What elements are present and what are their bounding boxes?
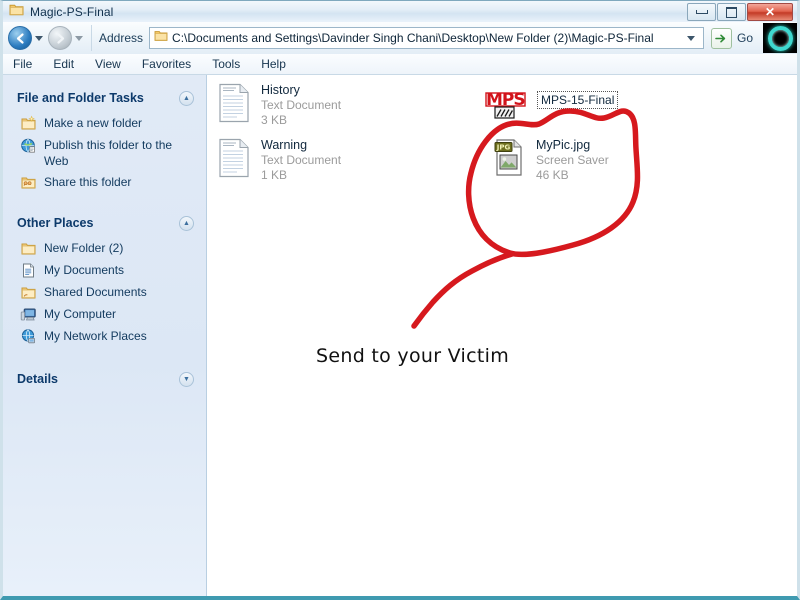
file-item-text: MyPic.jpg Screen Saver 46 KB	[536, 138, 609, 183]
sidebar-item-label: Publish this folder to the Web	[44, 138, 173, 168]
sidebar-item-shared-documents[interactable]: Shared Documents	[3, 283, 206, 302]
back-history-dropdown-icon[interactable]	[35, 35, 43, 41]
computer-icon	[20, 306, 37, 323]
jpg-file-icon: JPG	[492, 138, 526, 178]
forward-button[interactable]	[48, 26, 72, 50]
sidebar-item-share-this-folder[interactable]: Share this folder	[3, 173, 206, 192]
publish-web-icon	[20, 137, 37, 154]
file-name: History	[261, 83, 300, 97]
file-item-history[interactable]: History Text Document 3 KB	[217, 83, 341, 128]
shared-folder-icon	[20, 284, 37, 301]
address-label: Address	[99, 31, 144, 45]
sidebar-item-label: My Computer	[44, 307, 117, 321]
address-value: C:\Documents and Settings\Davinder Singh…	[172, 31, 654, 45]
sidebar-item-label: Make a new folder	[44, 116, 143, 130]
file-type: Screen Saver	[536, 153, 609, 167]
file-size: 3 KB	[261, 113, 288, 127]
mps-red-logo: MPS	[485, 89, 527, 128]
annotation-caption: Send to your Victim	[316, 345, 510, 367]
go-label: Go	[736, 31, 753, 45]
panel-file-and-folder-tasks: File and Folder Tasks ▲ Make a new folde…	[3, 89, 206, 192]
file-name: MyPic.jpg	[536, 138, 591, 152]
sidebar-item-publish-this-folder-to-the-web[interactable]: Publish this folder to the Web	[3, 136, 206, 170]
panel-details: Details ▼	[3, 370, 206, 388]
toolbar-divider	[91, 25, 92, 51]
file-item-warning[interactable]: Warning Text Document 1 KB	[217, 138, 341, 183]
panel-header[interactable]: Details ▼	[3, 370, 206, 388]
panel-title: File and Folder Tasks	[17, 91, 144, 105]
svg-text:JPG: JPG	[496, 144, 511, 152]
title-bar: Magic-PS-Final ✕	[3, 1, 797, 23]
maximize-icon	[726, 6, 737, 18]
back-button[interactable]	[8, 26, 32, 50]
new-folder-icon	[20, 115, 37, 132]
text-document-icon	[217, 138, 251, 178]
documents-icon	[20, 262, 37, 279]
address-input[interactable]: C:\Documents and Settings\Davinder Singh…	[149, 27, 704, 49]
ring-icon	[767, 25, 793, 51]
file-item-mypic-jpg[interactable]: JPG MyPic.jpg Screen Saver 46 KB	[492, 138, 609, 183]
panel-header[interactable]: File and Folder Tasks ▲	[3, 89, 206, 107]
sidebar-item-label: Share this folder	[44, 175, 132, 189]
address-dropdown-icon[interactable]	[686, 35, 695, 41]
sidebar-item-label: My Documents	[44, 263, 125, 277]
sidebar-item-my-network-places[interactable]: My Network Places	[3, 327, 206, 346]
sidebar-item-label: My Network Places	[44, 329, 147, 343]
folder-icon	[9, 3, 24, 21]
share-folder-icon	[20, 174, 37, 191]
collapse-chevron-icon[interactable]: ▲	[179, 90, 194, 106]
panel-title: Other Places	[17, 216, 94, 230]
close-button[interactable]: ✕	[747, 3, 793, 21]
file-type: Text Document	[261, 153, 342, 167]
go-arrow-icon	[710, 27, 732, 49]
network-icon	[20, 328, 37, 345]
sidebar-item-label: Shared Documents	[44, 285, 147, 299]
text-document-icon	[217, 83, 251, 123]
menu-item-tools[interactable]: Tools	[212, 57, 240, 71]
file-size: 46 KB	[536, 168, 569, 182]
window-title: Magic-PS-Final	[30, 4, 114, 19]
file-size: 1 KB	[261, 168, 288, 182]
sidebar-item-my-documents[interactable]: My Documents	[3, 261, 206, 280]
menu-item-help[interactable]: Help	[261, 57, 286, 71]
go-button[interactable]: Go	[710, 27, 753, 49]
window-controls: ✕	[687, 3, 793, 21]
folder-icon	[154, 29, 168, 47]
panel-header[interactable]: Other Places ▲	[3, 214, 206, 232]
panel-other-places: Other Places ▲ New Folder (2) My Documen…	[3, 214, 206, 346]
menu-item-view[interactable]: View	[95, 57, 121, 71]
menu-item-favorites[interactable]: Favorites	[142, 57, 191, 71]
close-icon: ✕	[764, 5, 776, 19]
menu-item-file[interactable]: File	[13, 57, 32, 71]
file-list-pane[interactable]: History Text Document 3 KB Warning Text …	[207, 75, 797, 596]
file-item-text: History Text Document 3 KB	[261, 83, 341, 128]
sidebar-item-new-folder-2[interactable]: New Folder (2)	[3, 239, 206, 258]
panel-items: New Folder (2) My Documents Shared Docum…	[3, 239, 206, 346]
panel-title: Details	[17, 372, 58, 386]
address-toolbar: Address C:\Documents and Settings\Davind…	[3, 22, 797, 55]
panel-items: Make a new folder Publish this folder to…	[3, 114, 206, 192]
forward-history-dropdown-icon[interactable]	[75, 35, 83, 41]
maximize-button[interactable]	[717, 3, 746, 21]
selected-item-label[interactable]: MPS-15-Final	[537, 91, 619, 109]
navigation-buttons	[3, 26, 88, 50]
file-item-text: Warning Text Document 1 KB	[261, 138, 341, 183]
menu-bar: File Edit View Favorites Tools Help	[3, 54, 797, 75]
sidebar-item-make-a-new-folder[interactable]: Make a new folder	[3, 114, 206, 133]
explorer-window: Magic-PS-Final ✕ Address C:\Documents an…	[0, 0, 800, 600]
sidebar-item-my-computer[interactable]: My Computer	[3, 305, 206, 324]
minimize-button[interactable]	[687, 3, 716, 21]
expand-chevron-icon[interactable]: ▼	[179, 371, 194, 387]
minimize-icon	[695, 10, 708, 14]
menu-item-edit[interactable]: Edit	[53, 57, 74, 71]
teal-ring-logo	[763, 23, 797, 53]
tasks-sidebar: File and Folder Tasks ▲ Make a new folde…	[3, 75, 207, 596]
folder-icon	[20, 240, 37, 257]
file-name: Warning	[261, 138, 308, 152]
collapse-chevron-icon[interactable]: ▲	[179, 215, 194, 231]
file-type: Text Document	[261, 98, 342, 112]
sidebar-item-label: New Folder (2)	[44, 241, 124, 255]
